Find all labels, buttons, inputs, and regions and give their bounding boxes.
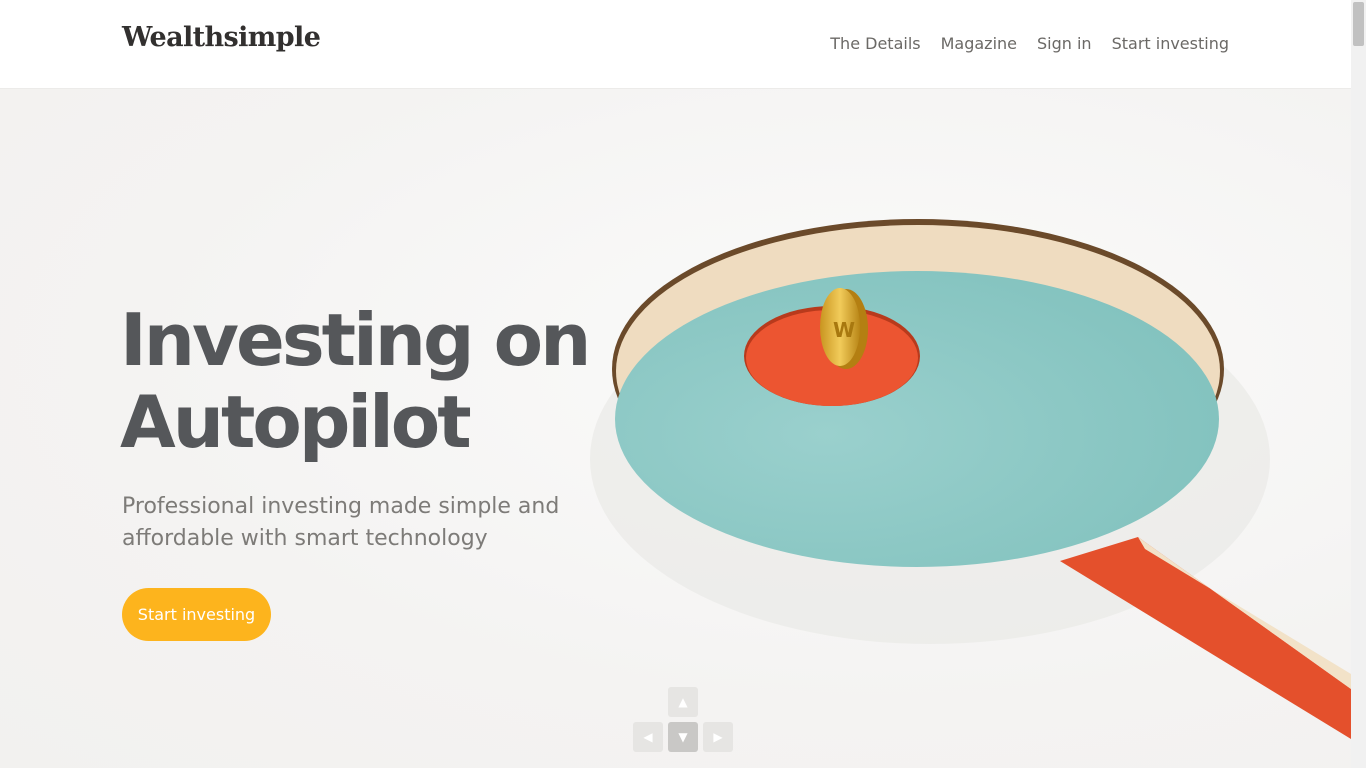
hero-section: W Investing on Autopilot Professional in… [0, 89, 1351, 768]
hero-title: Investing on Autopilot [120, 299, 600, 463]
page-scrollbar[interactable] [1351, 0, 1366, 768]
main-nav: The Details Magazine Sign in Start inves… [830, 34, 1229, 53]
nav-start-investing-link[interactable]: Start investing [1112, 34, 1229, 53]
right-arrow-button[interactable]: ▶ [703, 722, 733, 752]
site-header: Wealthsimple The Details Magazine Sign i… [0, 0, 1351, 89]
down-arrow-icon: ▼ [678, 730, 688, 744]
coin-glyph: W [833, 318, 855, 342]
hero-title-line2: Autopilot [120, 380, 472, 464]
left-arrow-button[interactable]: ◀ [633, 722, 663, 752]
down-arrow-button[interactable]: ▼ [668, 722, 698, 752]
logo[interactable]: Wealthsimple [122, 22, 321, 53]
nav-magazine-link[interactable]: Magazine [941, 34, 1017, 53]
left-arrow-icon: ◀ [643, 730, 653, 744]
start-investing-button[interactable]: Start investing [122, 588, 271, 641]
nav-the-details-link[interactable]: The Details [830, 34, 920, 53]
hero-title-line1: Investing on [120, 298, 591, 382]
page: Wealthsimple The Details Magazine Sign i… [0, 0, 1366, 768]
up-arrow-button[interactable]: ▲ [668, 687, 698, 717]
right-arrow-icon: ▶ [713, 730, 723, 744]
hero-subtitle: Professional investing made simple and a… [122, 494, 560, 551]
scrollbar-thumb[interactable] [1353, 2, 1364, 46]
teal-disc [615, 271, 1219, 567]
nav-sign-in-link[interactable]: Sign in [1037, 34, 1092, 53]
up-arrow-icon: ▲ [678, 695, 688, 709]
